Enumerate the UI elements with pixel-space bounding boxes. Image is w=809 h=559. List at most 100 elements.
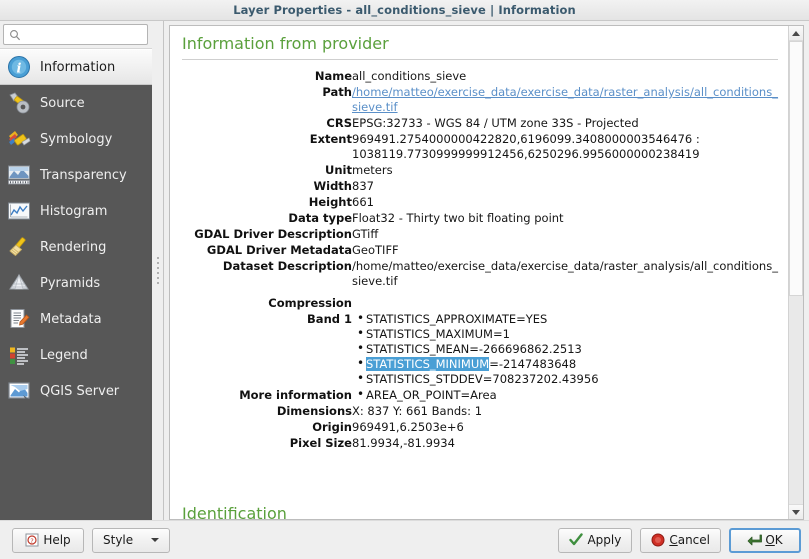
sidebar-nav-list: i Information Source: [0, 49, 152, 520]
row-key: Name: [182, 69, 352, 85]
sidebar-item-transparency[interactable]: Transparency: [0, 157, 152, 193]
stop-icon: [651, 533, 665, 547]
row-value: [352, 290, 778, 312]
row-value: Float32 - Thirty two bit floating point: [352, 211, 778, 227]
sidebar-item-label: Metadata: [40, 312, 102, 327]
chevron-down-icon: [792, 510, 800, 515]
sidebar-item-rendering[interactable]: Rendering: [0, 229, 152, 265]
symbology-icon: [6, 126, 32, 152]
section-title-information-from-provider: Information from provider: [182, 34, 778, 57]
row-value: X: 837 Y: 661 Bands: 1: [352, 404, 778, 420]
sidebar-item-symbology[interactable]: Symbology: [0, 121, 152, 157]
apply-button-label: Apply: [587, 533, 621, 547]
rendering-icon: [6, 234, 32, 260]
band1-stats-list: STATISTICS_APPROXIMATE=YES STATISTICS_MA…: [352, 312, 778, 387]
sidebar: i Information Source: [0, 21, 152, 520]
style-button[interactable]: Style: [92, 528, 170, 553]
sidebar-item-pyramids[interactable]: Pyramids: [0, 265, 152, 301]
histogram-icon: [6, 198, 32, 224]
vertical-scrollbar[interactable]: [788, 26, 803, 519]
title-bar: Layer Properties - all_conditions_sieve …: [0, 0, 809, 21]
stat-text-remainder: =-2147483648: [489, 357, 576, 371]
ok-label-rest: K: [775, 533, 783, 547]
row-value: meters: [352, 163, 778, 179]
table-row: GDAL Driver Metadata GeoTIFF: [182, 243, 778, 259]
sidebar-item-histogram[interactable]: Histogram: [0, 193, 152, 229]
list-item: AREA_OR_POINT=Area: [366, 388, 778, 403]
stat-text: STATISTICS_MEAN=-266696862.2513: [366, 342, 582, 356]
scroll-down-button[interactable]: [789, 504, 803, 519]
information-scroll-frame: Information from provider Name all_condi…: [169, 25, 804, 520]
stat-text-highlighted[interactable]: STATISTICS_MINIMUM: [366, 357, 489, 371]
search-box[interactable]: [3, 24, 148, 45]
list-item: STATISTICS_MAXIMUM=1: [366, 327, 778, 342]
row-value: 661: [352, 195, 778, 211]
row-key: Band 1: [182, 312, 352, 388]
section-divider: [182, 59, 778, 60]
information-content: Information from provider Name all_condi…: [170, 26, 788, 519]
section-title-identification: Identification: [182, 504, 287, 519]
transparency-icon: [6, 162, 32, 188]
cancel-button[interactable]: Cancel: [640, 528, 721, 553]
ok-button-label: OK: [765, 533, 782, 547]
sidebar-item-label: Transparency: [40, 168, 127, 183]
sidebar-splitter[interactable]: [152, 21, 164, 520]
scrollbar-thumb[interactable]: [789, 41, 803, 296]
table-row: Path /home/matteo/exercise_data/exercise…: [182, 85, 778, 116]
row-key: Origin: [182, 420, 352, 436]
sidebar-item-source[interactable]: Source: [0, 85, 152, 121]
scrollbar-track[interactable]: [789, 41, 803, 504]
stat-text: STATISTICS_STDDEV=708237202.43956: [366, 372, 599, 386]
row-value: /home/matteo/exercise_data/exercise_data…: [352, 259, 778, 290]
table-row: Width 837: [182, 179, 778, 195]
cancel-label-rest: ancel: [678, 533, 710, 547]
list-item: STATISTICS_STDDEV=708237202.43956: [366, 372, 778, 387]
list-item: STATISTICS_MINIMUM=-2147483648: [366, 357, 778, 372]
apply-button[interactable]: Apply: [558, 528, 632, 553]
path-link[interactable]: /home/matteo/exercise_data/exercise_data…: [352, 85, 778, 114]
information-table: Name all_conditions_sieve Path /home/mat…: [182, 69, 778, 452]
more-information-list: AREA_OR_POINT=Area: [352, 388, 778, 403]
row-value: GeoTIFF: [352, 243, 778, 259]
row-key: Height: [182, 195, 352, 211]
splitter-grip-icon: [157, 257, 159, 284]
source-icon: [6, 90, 32, 116]
help-button-label: Help: [43, 533, 70, 547]
row-key: Width: [182, 179, 352, 195]
sidebar-item-label: Source: [40, 96, 85, 111]
list-item: STATISTICS_MEAN=-266696862.2513: [366, 342, 778, 357]
scroll-up-button[interactable]: [789, 26, 803, 41]
row-value: EPSG:32733 - WGS 84 / UTM zone 33S - Pro…: [352, 116, 778, 132]
sidebar-item-legend[interactable]: Legend: [0, 337, 152, 373]
search-input[interactable]: [21, 27, 174, 42]
table-row: GDAL Driver Description GTiff: [182, 227, 778, 243]
row-value: all_conditions_sieve: [352, 69, 778, 85]
sidebar-item-qgis-server[interactable]: QGIS Server: [0, 373, 152, 409]
sidebar-item-label: Histogram: [40, 204, 107, 219]
chevron-up-icon: [792, 31, 800, 36]
qgis-server-icon: [6, 378, 32, 404]
sidebar-item-metadata[interactable]: Metadata: [0, 301, 152, 337]
row-key: CRS: [182, 116, 352, 132]
chevron-down-icon: [151, 538, 159, 542]
search-icon: [9, 29, 21, 41]
table-row-more-information: More information AREA_OR_POINT=Area: [182, 388, 778, 404]
pyramids-icon: [6, 270, 32, 296]
row-key: Path: [182, 85, 352, 116]
style-button-label: Style: [103, 533, 133, 547]
sidebar-item-label: Legend: [40, 348, 88, 363]
row-value: 837: [352, 179, 778, 195]
row-key: Dimensions: [182, 404, 352, 420]
row-key: Pixel Size: [182, 436, 352, 452]
layer-properties-dialog: Layer Properties - all_conditions_sieve …: [0, 0, 809, 559]
ok-button[interactable]: OK: [729, 528, 801, 553]
help-icon: ?: [25, 533, 39, 547]
sidebar-item-label: Rendering: [40, 240, 106, 255]
sidebar-item-information[interactable]: i Information: [0, 49, 152, 85]
table-row: Data type Float32 - Thirty two bit float…: [182, 211, 778, 227]
dialog-body: i Information Source: [0, 21, 809, 520]
help-button[interactable]: ? Help: [12, 528, 84, 553]
sidebar-item-label: QGIS Server: [40, 384, 119, 399]
checkmark-icon: [569, 533, 583, 547]
table-row: Extent 969491.2754000000422820,6196099.3…: [182, 132, 778, 163]
